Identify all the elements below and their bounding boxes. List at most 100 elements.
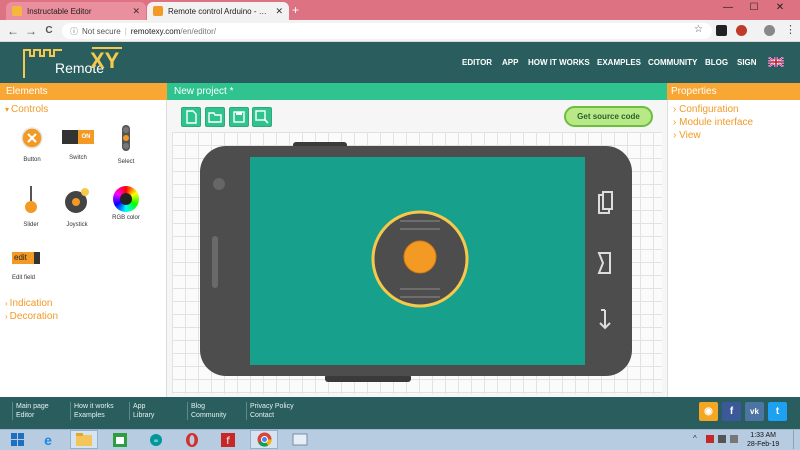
system-clock[interactable]: 1:33 AM 28-Feb-19 <box>747 431 779 449</box>
widget-joystick[interactable]: Joystick <box>57 186 97 228</box>
widget-slider[interactable]: Slider <box>11 186 51 228</box>
footer-column: Blog Community <box>187 402 226 420</box>
save-as-button[interactable] <box>252 107 272 127</box>
chrome-icon <box>257 432 272 447</box>
properties-panel <box>667 100 800 397</box>
edit-field-icon: edit <box>12 252 40 264</box>
widget-rgb-color[interactable]: RGB color <box>106 186 146 221</box>
minimize-button[interactable]: — <box>716 2 740 13</box>
url-input[interactable]: ⓘ Not secure | remotexy.com/en/editor/ <box>62 23 712 39</box>
remotexy-logo[interactable]: Remote XY <box>22 46 142 80</box>
project-title: New project * <box>167 83 667 100</box>
footer-link-library[interactable]: Library <box>133 411 154 420</box>
taskbar-app-window[interactable] <box>286 430 314 449</box>
nav-community[interactable]: COMMUNITY <box>648 58 697 67</box>
decoration-label: Decoration <box>9 311 59 322</box>
site-footer <box>0 397 800 429</box>
widget-edit-field[interactable]: edit Edit field <box>12 252 52 281</box>
taskbar-app-chrome[interactable] <box>250 430 278 449</box>
chevron-right-icon: › <box>5 299 8 308</box>
save-as-icon <box>255 110 269 124</box>
nav-how-it-works[interactable]: HOW IT WORKS <box>528 58 590 67</box>
properties-panel-title: Properties <box>667 83 800 100</box>
instructables-icon <box>12 6 22 16</box>
info-icon[interactable]: ⓘ <box>70 26 78 37</box>
footer-link-editor[interactable]: Editor <box>16 411 49 420</box>
taskbar-app-red[interactable]: f <box>214 430 242 449</box>
module-interface-link[interactable]: › Module interface <box>673 117 753 128</box>
nav-blog[interactable]: BLOG <box>705 58 728 67</box>
bookmark-star-icon[interactable]: ☆ <box>694 24 703 35</box>
decoration-section-toggle[interactable]: › Decoration <box>5 311 58 322</box>
configuration-link[interactable]: › Configuration <box>673 104 739 115</box>
nav-examples[interactable]: EXAMPLES <box>597 58 641 67</box>
new-tab-button[interactable]: + <box>292 3 299 17</box>
footer-column: Main page Editor <box>12 402 49 420</box>
reload-button[interactable]: C <box>42 25 56 36</box>
internet-explorer-icon: e <box>44 431 52 448</box>
nav-sign[interactable]: SIGN <box>737 58 757 67</box>
controls-section-toggle[interactable]: ▾ Controls <box>5 104 48 115</box>
rss-icon[interactable]: ◉ <box>699 402 718 421</box>
volume-icon[interactable] <box>730 435 738 443</box>
tab-instructable-editor[interactable]: Instructable Editor ✕ <box>6 2 146 20</box>
network-icon[interactable] <box>718 435 726 443</box>
twitter-icon[interactable]: t <box>768 402 787 421</box>
show-desktop-button[interactable] <box>793 430 798 449</box>
taskbar-app-internet-explorer[interactable]: e <box>34 430 62 449</box>
maximize-button[interactable]: ☐ <box>742 2 766 13</box>
get-source-code-button[interactable]: Get source code <box>564 106 653 127</box>
taskbar-app-store[interactable] <box>106 430 134 449</box>
tray-icon[interactable] <box>706 435 714 443</box>
indication-section-toggle[interactable]: › Indication <box>5 298 52 309</box>
footer-link-main-page[interactable]: Main page <box>16 402 49 411</box>
footer-link-blog[interactable]: Blog <box>191 402 226 411</box>
back-button[interactable]: ← <box>6 24 20 38</box>
widget-button[interactable]: Button <box>12 127 52 163</box>
footer-link-app[interactable]: App <box>133 402 154 411</box>
widget-label: Joystick <box>66 222 88 228</box>
taskbar-app-opera[interactable] <box>178 430 206 449</box>
opera-icon <box>186 432 198 447</box>
footer-link-examples[interactable]: Examples <box>74 411 114 420</box>
tab-close-icon[interactable]: ✕ <box>275 6 283 17</box>
footer-link-contact[interactable]: Contact <box>250 411 294 420</box>
footer-column: App Library <box>129 402 154 420</box>
taskbar-app-file-explorer[interactable] <box>70 430 98 449</box>
footer-link-privacy-policy[interactable]: Privacy Policy <box>250 402 294 411</box>
view-label: View <box>679 130 701 141</box>
view-link[interactable]: › View <box>673 130 701 141</box>
tab-close-icon[interactable]: ✕ <box>132 6 140 17</box>
chevron-down-icon: ▾ <box>5 105 10 114</box>
widget-switch[interactable]: ON Switch <box>58 130 98 161</box>
browser-tab-strip: Instructable Editor ✕ Remote control Ard… <box>0 0 800 20</box>
extension-icon[interactable] <box>716 25 727 36</box>
widget-label: RGB color <box>112 215 140 221</box>
taskbar-app-arduino[interactable]: ∞ <box>142 430 170 449</box>
tray-chevron-icon[interactable]: ^ <box>693 434 697 443</box>
facebook-icon[interactable]: f <box>722 402 741 421</box>
widget-select[interactable]: Select <box>106 125 146 165</box>
nav-app[interactable]: APP <box>502 58 518 67</box>
joystick-icon <box>65 188 89 213</box>
url-host: remotexy.com <box>130 26 181 36</box>
widget-label: Switch <box>69 155 87 161</box>
rgb-color-icon <box>113 186 139 212</box>
close-window-button[interactable]: ✕ <box>768 2 792 13</box>
new-project-button[interactable] <box>181 107 201 127</box>
extension-icon[interactable] <box>764 25 775 36</box>
joystick-control[interactable] <box>370 209 470 309</box>
footer-link-community[interactable]: Community <box>191 411 226 420</box>
vk-icon[interactable]: vk <box>745 402 764 421</box>
forward-button[interactable]: → <box>24 24 38 38</box>
nav-editor[interactable]: EDITOR <box>462 58 492 67</box>
remotexy-icon <box>153 6 163 16</box>
uk-flag-icon[interactable] <box>768 57 784 67</box>
extension-icon[interactable] <box>736 25 747 36</box>
start-button[interactable] <box>4 430 32 449</box>
footer-link-how-it-works[interactable]: How it works <box>74 402 114 411</box>
menu-icon[interactable]: ⋮ <box>785 23 796 36</box>
open-project-button[interactable] <box>205 107 225 127</box>
save-project-button[interactable] <box>229 107 249 127</box>
tab-remotexy-editor[interactable]: Remote control Arduino - Remote ✕ <box>147 2 289 20</box>
